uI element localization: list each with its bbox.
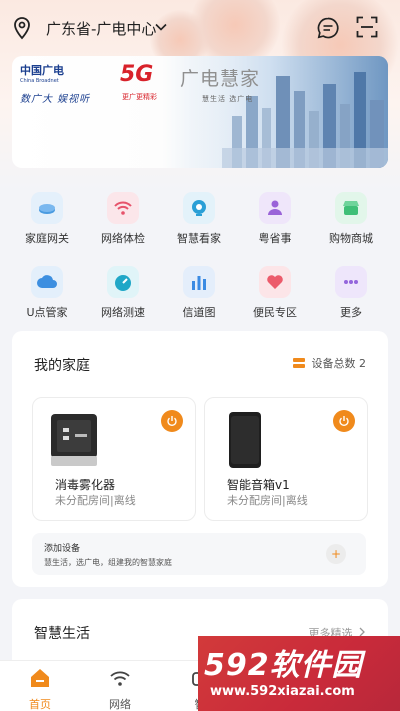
tab-home[interactable]: 首页 [10,667,70,711]
device-card[interactable]: 智能音箱v1 未分配房间|离线 [204,397,368,521]
smart-speaker-image [229,412,261,468]
location-text[interactable]: 广东省-广电中心 [46,18,156,39]
device-list-icon [292,358,305,368]
services-grid: 家庭网关 网络体检 智慧看家 粤省事 购物商城 U点管家 网络测速 信道图 便民… [12,186,388,326]
brand-slogan: 数广大 娱视听 [20,94,91,105]
device-status: 未分配房间|离线 [227,494,308,507]
brand-name-en: China Broadnet [20,78,59,84]
device-count[interactable]: 设备总数 2 [292,355,367,371]
service-label: 更多 [340,306,362,319]
family-title: 我的家庭 [34,358,90,374]
service-channel-map[interactable]: 信道图 [164,266,234,320]
camera-icon [183,192,215,224]
sterilizer-image [51,414,97,466]
watermark-title: 592软件园 [204,648,363,683]
power-button[interactable] [333,410,355,432]
brand-logo-text: 广电慧家 [180,68,261,90]
service-more[interactable]: 更多 [316,266,386,320]
device-card[interactable]: 消毒雾化器 未分配房间|离线 [32,397,196,521]
heart-hand-icon [259,266,291,298]
person-icon [259,192,291,224]
5g-slogan: 更广更精彩 [122,93,157,101]
watermark-url: www.592xiazai.com [210,684,355,699]
location-pin-icon[interactable] [10,16,34,40]
add-device-subtitle: 慧生活，选广电，组建我的智慧家庭 [44,558,172,567]
add-device-button[interactable]: + [326,544,346,564]
device-name: 消毒雾化器 [55,478,116,492]
tab-label: 网络 [109,698,131,711]
site-watermark: 592软件园 www.592xiazai.com [198,636,400,711]
speedometer-icon [107,266,139,298]
wifi-icon [110,671,130,686]
service-label: 家庭网关 [25,232,69,245]
service-smart-home-watch[interactable]: 智慧看家 [164,192,234,246]
scan-icon[interactable] [356,16,378,38]
service-label: 网络体检 [101,232,145,245]
brand-name: 中国广电 [20,64,64,77]
power-icon [339,416,349,427]
tab-label: 首页 [29,698,51,711]
more-icon [335,266,367,298]
service-label: 粤省事 [258,232,292,245]
device-count-label: 设备总数 2 [311,357,367,370]
tab-network[interactable]: 网络 [90,667,150,711]
service-label: 网络测速 [101,306,145,319]
my-family-card: 我的家庭 设备总数 2 消毒雾化器 未分配房间|离线 智能音箱v1 未分配房间|… [12,331,388,587]
message-icon[interactable] [316,16,340,40]
home-icon [31,669,49,687]
service-label: 信道图 [182,306,216,319]
promo-banner[interactable]: 中国广电 China Broadnet 数广大 娱视听 5G 更广更精彩 广电慧… [12,56,388,168]
service-label: 便民专区 [253,306,297,319]
service-label: 智慧看家 [177,232,221,245]
service-u-point-manager[interactable]: U点管家 [12,266,82,320]
service-convenience-zone[interactable]: 便民专区 [240,266,310,320]
router-icon [31,192,63,224]
top-header: 广东省-广电中心 [0,10,400,46]
service-label: 购物商城 [329,232,373,245]
brand-logo-subtitle: 慧生活 选广电 [202,95,254,103]
china-broadnet-logo: 中国广电 China Broadnet [20,62,100,84]
power-icon [167,416,177,427]
add-device-row[interactable]: 添加设备 慧生活，选广电，组建我的智慧家庭 + [32,533,366,575]
shop-icon [335,192,367,224]
add-device-title: 添加设备 [44,544,81,554]
device-name: 智能音箱v1 [227,478,290,492]
device-status: 未分配房间|离线 [55,494,136,507]
service-speed-test[interactable]: 网络测速 [88,266,158,320]
service-yueshengshi[interactable]: 粤省事 [240,192,310,246]
service-shop[interactable]: 购物商城 [316,192,386,246]
chevron-down-icon[interactable] [154,20,168,34]
cloud-icon [31,266,63,298]
service-label: U点管家 [26,306,68,319]
bar-chart-icon [183,266,215,298]
wifi-check-icon [107,192,139,224]
smart-life-title: 智慧生活 [34,626,90,642]
service-gateway[interactable]: 家庭网关 [12,192,82,246]
power-button[interactable] [161,410,183,432]
5g-logo: 5G [120,62,154,87]
service-network-check[interactable]: 网络体检 [88,192,158,246]
